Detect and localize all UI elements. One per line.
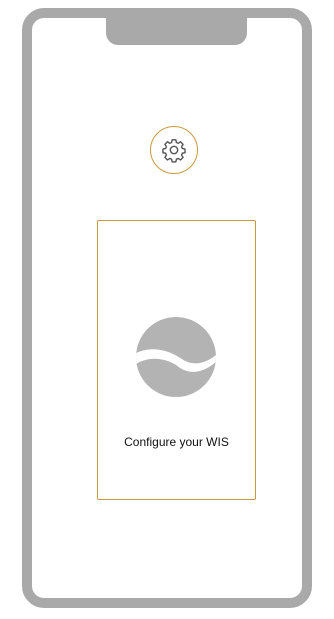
wis-logo-icon — [136, 317, 216, 397]
gear-icon — [162, 139, 186, 163]
card-label: Configure your WIS — [124, 435, 229, 449]
phone-notch — [106, 14, 247, 45]
configure-wis-card[interactable]: Configure your WIS — [97, 220, 256, 500]
settings-button[interactable] — [150, 126, 198, 174]
